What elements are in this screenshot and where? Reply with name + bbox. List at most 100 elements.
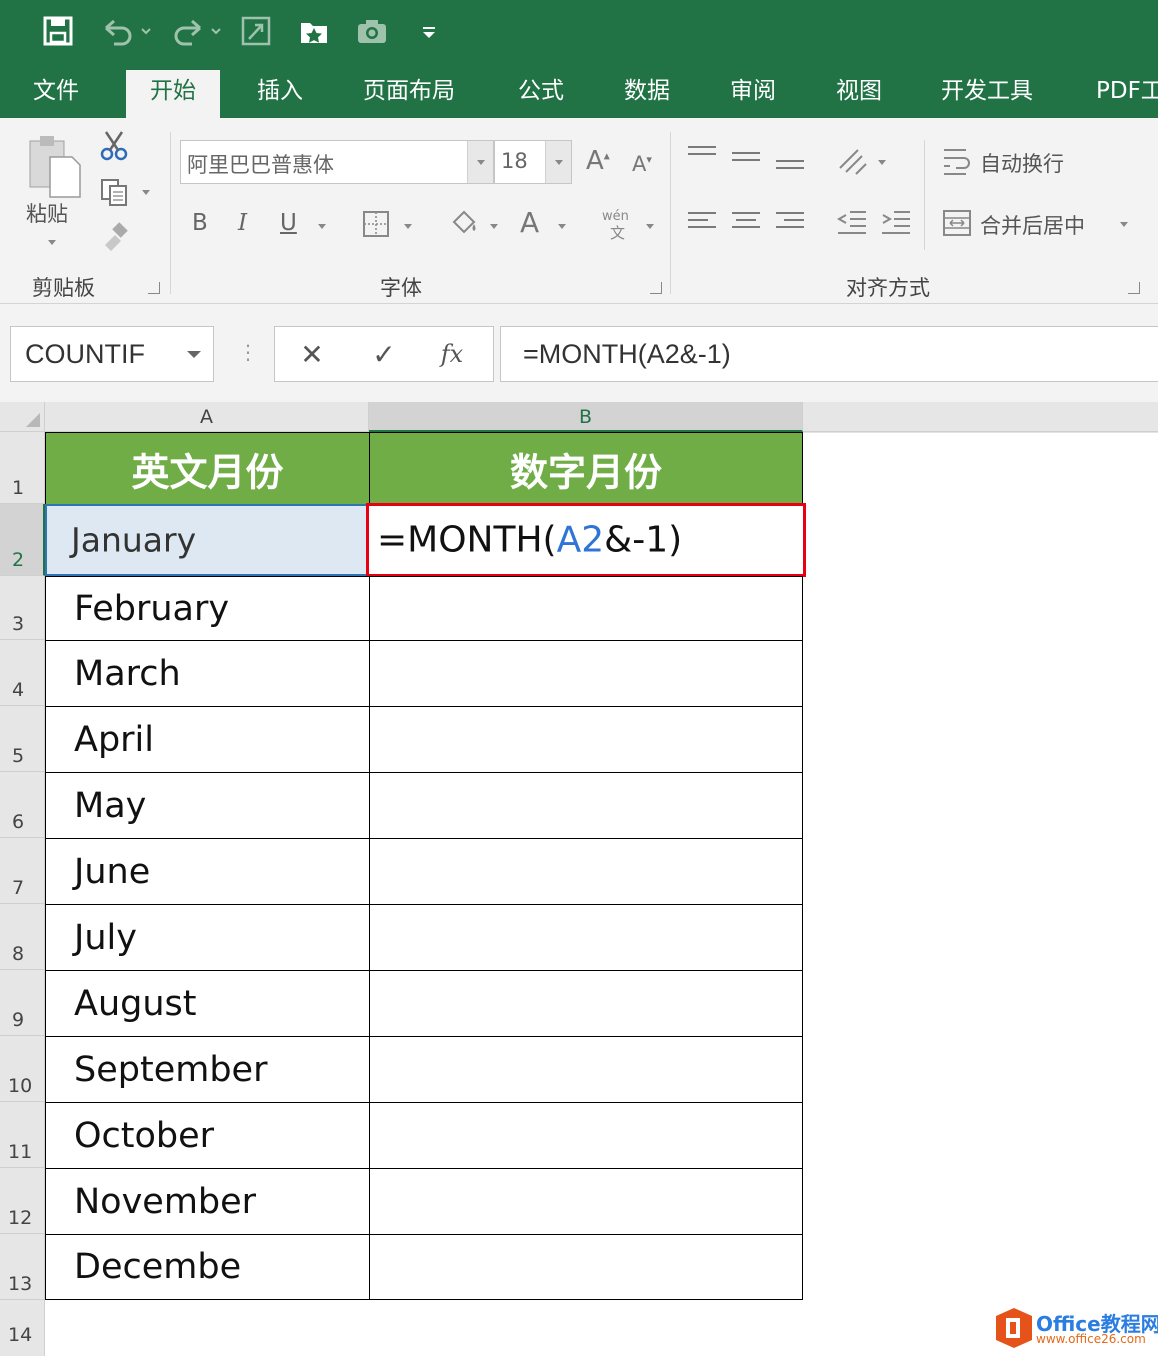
increase-indent-icon[interactable] [878,206,914,238]
borders-icon[interactable] [360,208,392,240]
tab-view[interactable]: 视图 [836,64,882,118]
row-header[interactable]: 14 [0,1300,45,1356]
font-size-combo[interactable]: 18 [494,140,572,184]
font-launcher-icon[interactable] [650,282,662,294]
tab-review[interactable]: 审阅 [730,64,776,118]
enter-button[interactable]: ✓ [365,335,403,373]
row-header[interactable]: 6 [0,772,45,838]
tab-pdf[interactable]: PDF工 [1096,64,1158,118]
tab-formulas[interactable]: 公式 [518,64,564,118]
table-row[interactable] [369,640,803,707]
table-row[interactable] [369,1102,803,1169]
phonetic-dropdown-icon[interactable] [646,224,654,229]
orientation-dropdown-icon[interactable] [878,160,886,165]
table-row[interactable]: April [45,706,370,773]
underline-button[interactable]: U [280,210,297,236]
row-header[interactable]: 12 [0,1168,45,1234]
table-row[interactable] [369,772,803,839]
table-row[interactable]: August [45,970,370,1037]
undo-icon[interactable] [98,14,154,48]
wrap-text-button[interactable]: 自动换行 [980,148,1064,178]
merge-center-icon[interactable] [940,206,974,240]
merge-center-dropdown-icon[interactable] [1120,222,1128,227]
align-right-icon[interactable] [776,212,804,232]
wrap-text-icon[interactable] [940,144,974,178]
camera-icon[interactable] [354,14,390,48]
tab-developer[interactable]: 开发工具 [941,64,1033,118]
row-header[interactable]: 8 [0,904,45,970]
paste-icon[interactable] [24,132,84,208]
decrease-font-icon[interactable]: A▾ [632,152,652,176]
table-header-cell[interactable]: 英文月份 [45,432,370,505]
bold-button[interactable]: B [192,210,208,236]
select-all-button[interactable] [0,402,45,432]
table-row[interactable] [369,904,803,971]
row-header[interactable]: 1 [0,432,45,504]
decrease-indent-icon[interactable] [834,206,870,238]
table-row[interactable] [369,970,803,1037]
editing-cell-b2[interactable]: =MONTH(A2&-1) [366,503,806,577]
tab-data[interactable]: 数据 [624,64,670,118]
tab-page-layout[interactable]: 页面布局 [363,64,455,118]
table-row[interactable] [369,1234,803,1300]
italic-button[interactable]: I [238,210,247,236]
tab-file[interactable]: 文件 [33,64,79,118]
alignment-launcher-icon[interactable] [1128,282,1140,294]
table-row[interactable]: May [45,772,370,839]
font-color-button[interactable]: A [520,206,539,239]
row-header[interactable]: 7 [0,838,45,904]
table-row[interactable] [369,576,803,641]
font-size-dropdown[interactable] [545,141,571,183]
underline-dropdown-icon[interactable] [318,224,326,229]
paste-dropdown-icon[interactable] [48,240,56,245]
tab-insert[interactable]: 插入 [257,64,303,118]
align-middle-icon[interactable] [732,152,760,172]
row-header[interactable]: 4 [0,640,45,706]
font-name-dropdown[interactable] [467,141,493,183]
align-center-icon[interactable] [732,212,760,232]
align-bottom-icon[interactable] [776,160,804,180]
row-header[interactable]: 5 [0,706,45,772]
selected-cell-a2[interactable]: January [45,504,369,576]
copy-dropdown-icon[interactable] [142,190,150,195]
row-header[interactable]: 13 [0,1234,45,1300]
cancel-button[interactable]: ✕ [293,335,331,373]
cut-icon[interactable] [96,128,132,164]
more-options-icon[interactable]: ⋮ [238,340,258,364]
save-icon[interactable] [40,14,76,48]
table-row[interactable]: Decembe [45,1234,370,1300]
table-row[interactable]: September [45,1036,370,1103]
table-header-cell[interactable]: 数字月份 [369,432,803,505]
orientation-icon[interactable] [834,144,874,180]
table-row[interactable] [369,706,803,773]
redo-icon[interactable] [168,14,224,48]
increase-font-icon[interactable]: A▴ [586,146,610,176]
table-row[interactable]: November [45,1168,370,1235]
tab-home[interactable]: 开始 [126,70,220,118]
table-row[interactable] [369,1168,803,1235]
font-name-combo[interactable]: 阿里巴巴普惠体 [180,140,494,184]
format-painter-icon[interactable] [96,218,132,254]
formula-input[interactable]: =MONTH(A2&-1) [500,326,1158,382]
column-header-b[interactable]: B [369,402,803,432]
merge-center-button[interactable]: 合并后居中 [980,210,1085,240]
table-row[interactable] [369,1036,803,1103]
copy-icon[interactable] [96,174,132,210]
fill-color-dropdown-icon[interactable] [490,224,498,229]
clipboard-launcher-icon[interactable] [148,282,160,294]
row-header[interactable]: 9 [0,970,45,1036]
font-color-dropdown-icon[interactable] [558,224,566,229]
table-row[interactable] [369,838,803,905]
row-header[interactable]: 10 [0,1036,45,1102]
borders-dropdown-icon[interactable] [404,224,412,229]
paste-label[interactable]: 粘贴 [26,198,68,228]
insert-function-button[interactable]: fx [433,335,471,373]
row-header[interactable]: 2 [0,504,45,576]
star-folder-icon[interactable] [296,14,332,48]
table-row[interactable]: March [45,640,370,707]
align-left-icon[interactable] [688,212,716,232]
form-icon[interactable] [238,14,274,48]
column-header-a[interactable]: A [45,402,369,432]
table-row[interactable]: July [45,904,370,971]
table-row[interactable]: October [45,1102,370,1169]
